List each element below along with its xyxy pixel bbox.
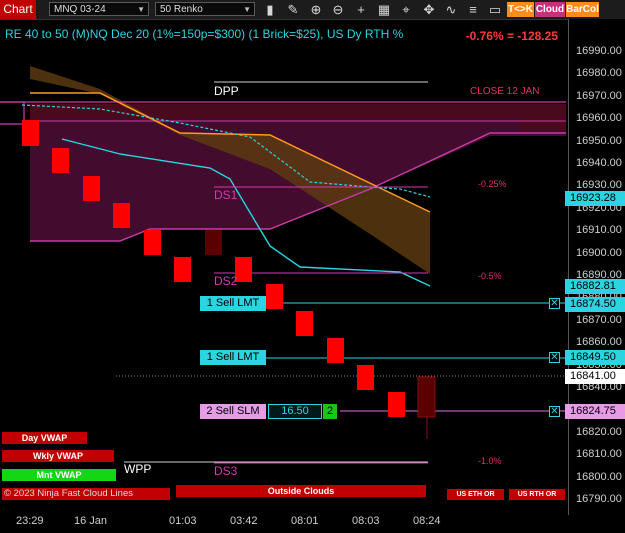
chevron-down-icon: ▼: [137, 5, 145, 14]
brick: [388, 392, 405, 417]
price-tick: 16820.00: [576, 425, 622, 438]
price-tick: 16950.00: [576, 134, 622, 147]
chart-description: RE 40 to 50 (M)NQ Dec 20 (1%=150p=$300) …: [5, 27, 404, 41]
brick: [22, 120, 39, 146]
ds1-label: DS1: [214, 188, 238, 202]
order-2-price-flag: 16849.50: [565, 350, 625, 365]
ma-price-flag: 16882.81: [565, 279, 625, 294]
copyright-text: © 2023 Ninja Fast Cloud Lines: [4, 488, 133, 499]
instrument-value: MNQ 03-24: [54, 4, 106, 15]
outside-clouds-button[interactable]: Outside Clouds: [176, 485, 426, 497]
instrument-selector[interactable]: MNQ 03-24 ▼: [49, 2, 149, 16]
order-qty-field[interactable]: 16.50: [268, 404, 322, 419]
mnt-vwap-button[interactable]: Mnt VWAP: [2, 469, 116, 481]
chart-window: Chart MNQ 03-24 ▼ 50 Renko ▼ ▮ ✎ ⊕ ⊖ + ▦…: [0, 0, 625, 533]
zoom-out-icon[interactable]: ⊖: [330, 2, 346, 17]
brick: [296, 311, 313, 336]
price-tick: 16790.00: [576, 493, 622, 505]
chart-toolbar: Chart MNQ 03-24 ▼ 50 Renko ▼ ▮ ✎ ⊕ ⊖ + ▦…: [0, 0, 625, 20]
price-tick: 16810.00: [576, 448, 622, 461]
crosshair-icon[interactable]: +: [353, 2, 369, 17]
pnl-readout: -0.76% = -128.25: [465, 29, 558, 43]
wpp-label: WPP: [124, 462, 152, 476]
us-eth-or-button[interactable]: US ETH OR: [447, 489, 504, 500]
brick: [266, 284, 283, 309]
cloud-price-flag: 16923.28: [565, 191, 625, 206]
zoom-in-icon[interactable]: ⊕: [308, 2, 324, 17]
price-tick: 16970.00: [576, 89, 622, 102]
brick: [52, 148, 69, 173]
close-label: CLOSE 12 JAN: [470, 86, 540, 97]
order-tag-sell-slm[interactable]: 2 Sell SLM: [200, 404, 266, 419]
order-3-price-flag: 16824.75: [565, 404, 625, 419]
time-tick: 23:29: [16, 515, 44, 527]
ds3-label: DS3: [214, 464, 238, 478]
bars-icon[interactable]: ▮: [262, 2, 278, 17]
dpp-label: DPP: [214, 84, 239, 98]
hand-icon[interactable]: ✥: [421, 2, 437, 17]
price-tick: 16910.00: [576, 224, 622, 237]
indicator-icon[interactable]: ∿: [443, 2, 459, 17]
day-vwap-button[interactable]: Day VWAP: [2, 432, 87, 444]
brick: [83, 176, 100, 201]
price-tick: 16900.00: [576, 246, 622, 259]
time-tick: 16 Jan: [74, 515, 108, 527]
brick: [327, 338, 344, 363]
cloud-button[interactable]: Cloud: [535, 2, 565, 17]
cancel-order-3-button[interactable]: ✕: [549, 406, 560, 417]
brick: [174, 257, 191, 282]
brick-hollow: [417, 376, 436, 418]
cancel-order-1-button[interactable]: ✕: [549, 298, 560, 309]
magenta-left-bracket: [0, 101, 25, 125]
order-count-badge[interactable]: 2: [323, 404, 337, 419]
tk-button[interactable]: T<>K: [507, 2, 534, 17]
us-rth-or-button[interactable]: US RTH OR: [509, 489, 565, 500]
barcol-button[interactable]: BarCol: [566, 2, 599, 17]
grid-icon[interactable]: ▦: [376, 2, 392, 17]
chevron-down-icon: ▼: [243, 5, 251, 14]
box-icon[interactable]: ▭: [487, 2, 503, 17]
draw-tools-icon[interactable]: ⌖: [398, 2, 414, 17]
wkly-vwap-button[interactable]: Wkly VWAP: [2, 450, 114, 462]
lines-icon[interactable]: ≡: [465, 2, 481, 17]
last-price-flag: 16841.00: [565, 369, 625, 384]
time-tick: 08:01: [291, 515, 319, 527]
pct-label-10: -1.0%: [478, 456, 502, 466]
cancel-order-2-button[interactable]: ✕: [549, 352, 560, 363]
price-tick: 16860.00: [576, 336, 622, 349]
time-tick: 01:03: [169, 515, 197, 527]
price-tick: 16980.00: [576, 67, 622, 80]
price-tick: 16800.00: [576, 470, 622, 483]
price-tick: 16870.00: [576, 313, 622, 326]
time-tick: 03:42: [230, 515, 258, 527]
bar-type-selector[interactable]: 50 Renko ▼: [155, 2, 255, 16]
price-tick: 16940.00: [576, 157, 622, 169]
price-tick: 16960.00: [576, 112, 622, 125]
ds2-label: DS2: [214, 274, 238, 288]
order-tag-sell-lmt-1[interactable]: 1 Sell LMT: [200, 296, 266, 311]
pct-label-025: -0.25%: [478, 179, 507, 189]
price-tick: 16990.00: [576, 45, 622, 57]
brick-hollow: [205, 230, 222, 255]
price-tick: 16930.00: [576, 179, 622, 192]
bar-type-value: 50 Renko: [160, 4, 203, 15]
brick: [235, 257, 252, 282]
time-tick: 08:03: [352, 515, 380, 527]
brick: [113, 203, 130, 228]
pct-label-05: -0.5%: [478, 271, 502, 281]
order-1-price-flag: 16874.50: [565, 297, 625, 312]
order-tag-sell-lmt-2[interactable]: 1 Sell LMT: [200, 350, 266, 365]
brick: [357, 365, 374, 390]
brick: [144, 230, 161, 255]
time-tick: 08:24: [413, 515, 441, 527]
pencil-icon[interactable]: ✎: [285, 2, 301, 17]
chart-title-tab[interactable]: Chart: [0, 0, 36, 19]
